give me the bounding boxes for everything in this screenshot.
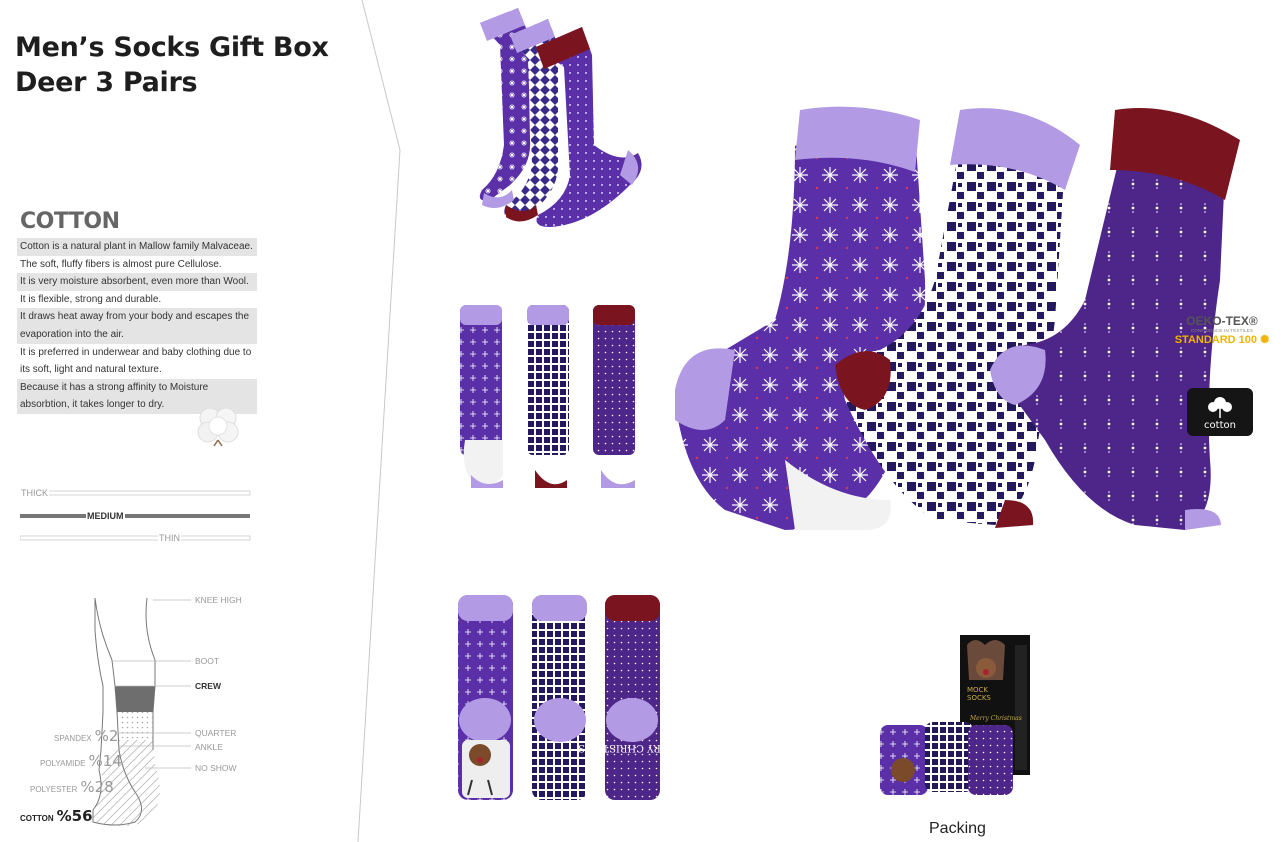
composition-polyester: POLYESTER %28 (30, 778, 114, 797)
composition-name: COTTON (20, 814, 54, 823)
oeko-tex-standard-text: STANDARD 100 (1174, 334, 1258, 346)
thickness-scale: THICK MEDIUM THIN (20, 486, 256, 546)
composition-spandex: SPANDEX %2 (54, 727, 118, 746)
composition-name: SPANDEX (54, 734, 92, 743)
product-image-back-view: MERRY CHRISTMAS (458, 595, 665, 800)
composition-name: POLYAMIDE (40, 759, 86, 768)
cotton-ball-icon (197, 407, 239, 447)
material-description: Cotton is a natural plant in Mallow fami… (17, 238, 257, 414)
product-title-line2: Deer 3 Pairs (15, 67, 198, 98)
cotton-certification-badge: cotton (1187, 388, 1253, 436)
packing-image: MOCK SOCKS Merry Christmas (880, 635, 1030, 795)
length-knee-high: KNEE HIGH (195, 595, 242, 605)
oeko-tex-standard: STANDARD 100 ✺ (1163, 333, 1281, 346)
sock-length-diagram: KNEE HIGH BOOT CREW QUARTER ANKLE NO SHO… (15, 590, 275, 835)
material-info: COTTON Cotton is a natural plant in Mall… (17, 208, 257, 447)
material-line: its soft, light and natural texture. (20, 364, 162, 376)
composition-value: %28 (80, 778, 114, 796)
box-brand-line2: SOCKS (967, 694, 991, 702)
oeko-tex-badge: OEKO-TEX® CONFIDENCE IN TEXTILES STANDAR… (1163, 314, 1281, 346)
composition-name: POLYESTER (30, 785, 78, 794)
product-title-line1: Men’s Socks Gift Box (15, 32, 329, 63)
thickness-medium: MEDIUM (86, 511, 125, 521)
length-ankle: ANKLE (195, 742, 223, 752)
material-line: The soft, fluffy fibers is almost pure C… (20, 258, 222, 270)
sock-print-text: MERRY CHRISTMAS (578, 742, 665, 753)
material-line: It is flexible, strong and durable. (20, 293, 162, 305)
product-image-side-view (460, 305, 635, 488)
material-line: It draws heat away from your body and es… (17, 308, 257, 326)
composition-value: %56 (56, 807, 93, 825)
material-line: Cotton is a natural plant in Mallow fami… (17, 238, 257, 256)
thickness-thin: THIN (158, 533, 181, 543)
cotton-logo: COTTON (20, 209, 120, 234)
leg-outline (91, 597, 191, 827)
length-boot: BOOT (195, 656, 220, 666)
product-title: Men’s Socks Gift Box Deer 3 Pairs (15, 30, 329, 100)
oeko-tex-title: OEKO-TEX® (1186, 314, 1258, 328)
packing-label: Packing (929, 820, 986, 837)
length-crew: CREW (195, 681, 221, 691)
material-line: It is very moisture absorbent, even more… (17, 273, 257, 291)
cotton-badge-text: cotton (1204, 420, 1236, 431)
thickness-thick: THICK (20, 488, 49, 498)
length-no-show: NO SHOW (195, 763, 237, 773)
composition-value: %14 (88, 752, 122, 770)
length-quarter: QUARTER (195, 728, 237, 738)
composition-polyamide: POLYAMIDE %14 (40, 752, 122, 771)
box-brand-line1: MOCK (967, 686, 988, 694)
material-line: It is preferred in underwear and baby cl… (20, 346, 252, 358)
box-merry-christmas: Merry Christmas (969, 715, 1022, 722)
material-line: evaporation into the air. (17, 325, 257, 344)
thickness-lines (20, 490, 251, 541)
sun-icon: ✺ (1260, 334, 1270, 346)
composition-cotton: COTTON %56 (20, 807, 93, 826)
material-line: Because it has a strong affinity to Mois… (17, 378, 257, 397)
product-image-stacked-socks (479, 8, 642, 227)
composition-value: %2 (94, 727, 119, 745)
